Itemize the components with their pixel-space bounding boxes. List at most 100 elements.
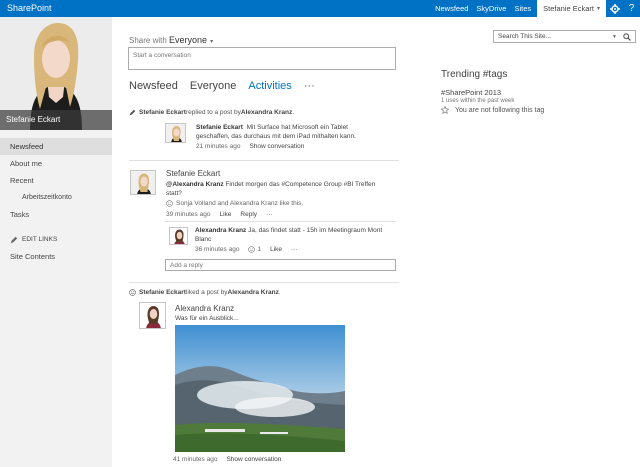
post-text-line2: geschaffen, das durchaus mit dem iPad mi… bbox=[196, 132, 356, 140]
reply-button[interactable]: Reply bbox=[240, 211, 257, 218]
left-rail: Stefanie Eckart Newsfeed About me Recent… bbox=[0, 17, 112, 467]
tab-activities[interactable]: Activities bbox=[248, 80, 291, 92]
trending-tag-uses: 1 uses within the past week bbox=[441, 98, 515, 104]
more-options-button[interactable]: ··· bbox=[266, 211, 273, 218]
smiley-icon bbox=[166, 200, 173, 207]
chevron-down-icon[interactable]: ▼ bbox=[612, 34, 617, 40]
search-icon[interactable] bbox=[623, 32, 631, 41]
tabs-more-button[interactable]: ··· bbox=[304, 80, 315, 92]
reply-meta: 36 minutes ago 1 Like ··· bbox=[195, 246, 307, 253]
divider bbox=[129, 160, 399, 161]
main-content: Share with Everyone ▾ Start a conversatio… bbox=[112, 17, 640, 467]
follow-tag-button[interactable]: You are not following this tag bbox=[441, 106, 631, 114]
show-conversation-link[interactable]: Show conversation bbox=[226, 456, 281, 463]
reply-more-button[interactable]: ··· bbox=[291, 246, 298, 253]
search-placeholder: Search This Site... bbox=[498, 33, 551, 40]
post-meta: 39 minutes ago Like Reply ··· bbox=[166, 211, 282, 218]
post-author[interactable]: Stefanie Eckart bbox=[166, 169, 220, 178]
likes-line: Sonja Volland and Alexandra Kranz like t… bbox=[166, 200, 303, 207]
like-button[interactable]: Like bbox=[219, 211, 231, 218]
post-meta: 21 minutes ago Show conversation bbox=[196, 143, 313, 150]
post-text: Stefanie Eckart Mit Surface hat Microsof… bbox=[196, 124, 396, 141]
avatar[interactable] bbox=[165, 123, 186, 143]
user-menu-label: Stefanie Eckart bbox=[543, 4, 594, 13]
trending-tag-link[interactable]: #SharePoint 2013 bbox=[441, 88, 631, 97]
post-text-line2: statt? bbox=[166, 189, 182, 197]
star-icon bbox=[441, 106, 449, 114]
avatar[interactable] bbox=[139, 302, 166, 329]
post-photo[interactable] bbox=[175, 325, 345, 452]
suite-bar: SharePoint Newsfeed SkyDrive Sites Stefa… bbox=[0, 0, 640, 17]
activity-action: liked a post by bbox=[185, 289, 228, 296]
chevron-down-icon: ▾ bbox=[596, 6, 600, 12]
activity-actor[interactable]: Stefanie Eckart bbox=[139, 109, 186, 116]
brand-link[interactable]: SharePoint bbox=[7, 3, 52, 13]
post-text-line1: Findet morgen das #Competence Group #BI … bbox=[223, 181, 376, 188]
suite-link-skydrive[interactable]: SkyDrive bbox=[472, 4, 510, 13]
avatar[interactable] bbox=[130, 170, 156, 195]
nav-item-site-contents[interactable]: Site Contents bbox=[0, 248, 112, 265]
activity-actor[interactable]: Stefanie Eckart bbox=[139, 289, 186, 296]
nav-item-tasks[interactable]: Tasks bbox=[0, 206, 112, 223]
reply-like-count[interactable]: 1 bbox=[257, 246, 261, 253]
post-author[interactable]: Alexandra Kranz bbox=[175, 304, 234, 313]
divider bbox=[165, 221, 396, 222]
reply-author[interactable]: Alexandra Kranz bbox=[195, 227, 246, 234]
suite-links: Newsfeed SkyDrive Sites Stefanie Eckart … bbox=[431, 0, 640, 17]
settings-gear-icon[interactable] bbox=[606, 0, 623, 17]
activity-target[interactable]: Alexandra Kranz bbox=[241, 109, 292, 116]
pencil-icon bbox=[10, 236, 18, 243]
tab-everyone[interactable]: Everyone bbox=[190, 80, 236, 92]
nav-item-about-me[interactable]: About me bbox=[0, 155, 112, 172]
activity-target[interactable]: Alexandra Kranz bbox=[228, 289, 279, 296]
help-icon[interactable]: ? bbox=[623, 0, 640, 17]
activity-end: . bbox=[292, 109, 295, 116]
nav-item-newsfeed[interactable]: Newsfeed bbox=[0, 138, 112, 155]
search-input[interactable]: Search This Site... ▼ bbox=[493, 30, 636, 43]
post-time[interactable]: 41 minutes ago bbox=[173, 456, 217, 463]
post-time[interactable]: 39 minutes ago bbox=[166, 211, 210, 218]
user-menu[interactable]: Stefanie Eckart ▾ bbox=[537, 0, 606, 17]
left-nav: Newsfeed About me Recent Arbeitszeitkont… bbox=[0, 138, 112, 265]
show-conversation-link[interactable]: Show conversation bbox=[249, 143, 304, 150]
suite-link-newsfeed[interactable]: Newsfeed bbox=[431, 4, 472, 13]
nav-item-arbeitszeitkonto[interactable]: Arbeitszeitkonto bbox=[0, 189, 112, 206]
reply-text-line2: Blanc bbox=[195, 235, 212, 243]
start-conversation-input[interactable]: Start a conversation bbox=[128, 47, 396, 70]
pencil-icon bbox=[129, 109, 136, 116]
reply-text-line1: Ja, das findet statt - 15h im Meetingrau… bbox=[246, 227, 383, 234]
chevron-down-icon: ▾ bbox=[210, 39, 214, 45]
post-author[interactable]: Stefanie Eckart bbox=[196, 124, 243, 131]
trending-tags: Trending #tags #SharePoint 2013 1 uses w… bbox=[441, 69, 631, 114]
add-reply-input[interactable]: Add a reply bbox=[165, 259, 396, 271]
mention-link[interactable]: @Alexandra Kranz bbox=[166, 181, 224, 188]
edit-links-button[interactable]: EDIT LINKS bbox=[0, 231, 112, 248]
reply-time[interactable]: 36 minutes ago bbox=[195, 246, 239, 253]
likes-text[interactable]: Sonja Volland and Alexandra Kranz like t… bbox=[176, 200, 303, 207]
edit-links-label: EDIT LINKS bbox=[22, 236, 58, 243]
share-audience: Everyone bbox=[169, 35, 208, 45]
share-with-label: Share with bbox=[129, 36, 167, 45]
post-text: Was für ein Ausblick... bbox=[175, 315, 239, 322]
follow-tag-label: You are not following this tag bbox=[455, 106, 545, 114]
divider bbox=[129, 282, 399, 283]
post-text-line1: Mit Surface hat Microsoft ein Tablet bbox=[246, 124, 348, 131]
activity-action: replied to a post by bbox=[185, 109, 241, 116]
post-meta: 41 minutes ago Show conversation bbox=[173, 456, 290, 463]
activity-end: . bbox=[278, 289, 281, 296]
tab-newsfeed[interactable]: Newsfeed bbox=[129, 80, 178, 92]
reply-text: Alexandra Kranz Ja, das findet statt - 1… bbox=[195, 227, 400, 244]
smiley-icon bbox=[248, 246, 256, 253]
post-text: @Alexandra Kranz Findet morgen das #Comp… bbox=[166, 181, 396, 198]
reply-like-button[interactable]: Like bbox=[270, 246, 282, 253]
suite-link-sites[interactable]: Sites bbox=[510, 4, 535, 13]
avatar[interactable] bbox=[169, 227, 188, 245]
profile-name[interactable]: Stefanie Eckart bbox=[0, 110, 112, 130]
activity-header: Stefanie Eckart replied to a post by Ale… bbox=[129, 109, 294, 116]
post-time[interactable]: 21 minutes ago bbox=[196, 143, 240, 150]
nav-item-recent[interactable]: Recent bbox=[0, 172, 112, 189]
trending-title: Trending #tags bbox=[441, 69, 508, 80]
share-with-selector[interactable]: Share with Everyone ▾ bbox=[129, 35, 213, 45]
smiley-icon bbox=[129, 289, 136, 296]
feed-tabs: Newsfeed Everyone Activities ··· bbox=[129, 80, 327, 92]
